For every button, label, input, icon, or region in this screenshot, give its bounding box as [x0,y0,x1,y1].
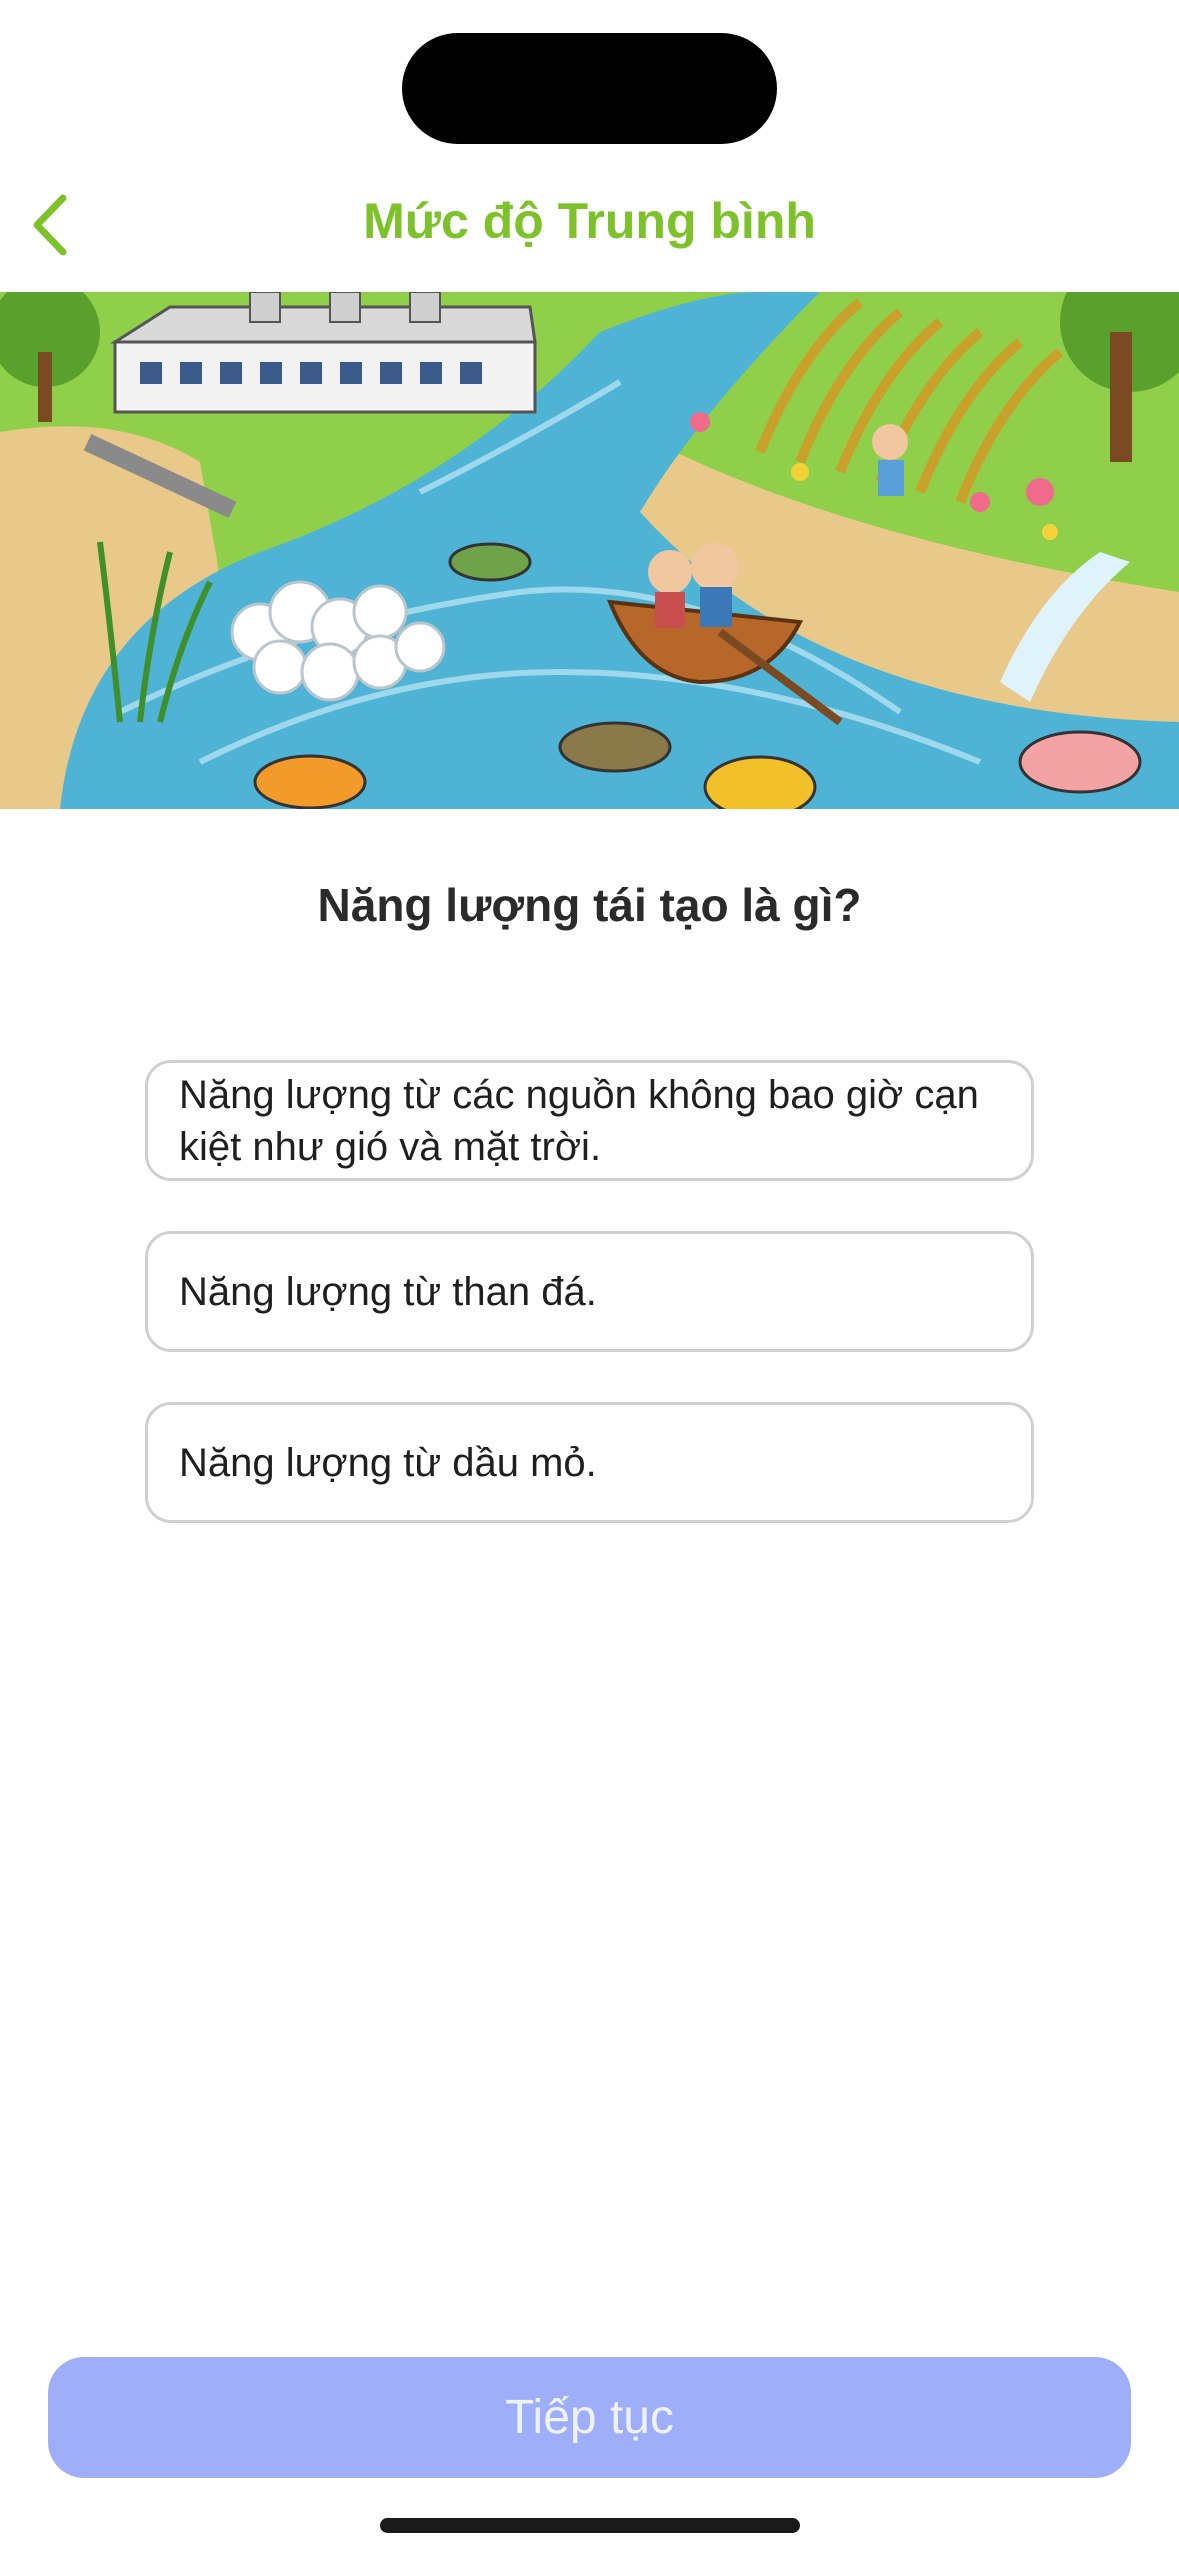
dynamic-island [402,33,777,144]
answer-option-label: Năng lượng từ than đá. [179,1269,597,1314]
continue-button[interactable]: Tiếp tục [48,2357,1131,2478]
question-text: Năng lượng tái tạo là gì? [317,879,862,931]
answer-option-label: Năng lượng từ các nguồn không bao giờ cạ… [179,1072,979,1169]
answer-option-label: Năng lượng từ dầu mỏ. [179,1440,597,1485]
hero-illustration [0,292,1179,809]
answer-option-2[interactable]: Năng lượng từ than đá. [145,1231,1034,1352]
page-title: Mức độ Trung bình [363,193,816,249]
home-indicator [380,2518,800,2533]
quiz-screen: Mức độ Trung bình Năng lượng tái tạo là … [0,0,1179,2556]
illustration-river-pollution-icon [0,292,1179,809]
nav-bar: Mức độ Trung bình [0,180,1179,270]
answer-option-3[interactable]: Năng lượng từ dầu mỏ. [145,1402,1034,1523]
answer-option-1[interactable]: Năng lượng từ các nguồn không bao giờ cạ… [145,1060,1034,1181]
